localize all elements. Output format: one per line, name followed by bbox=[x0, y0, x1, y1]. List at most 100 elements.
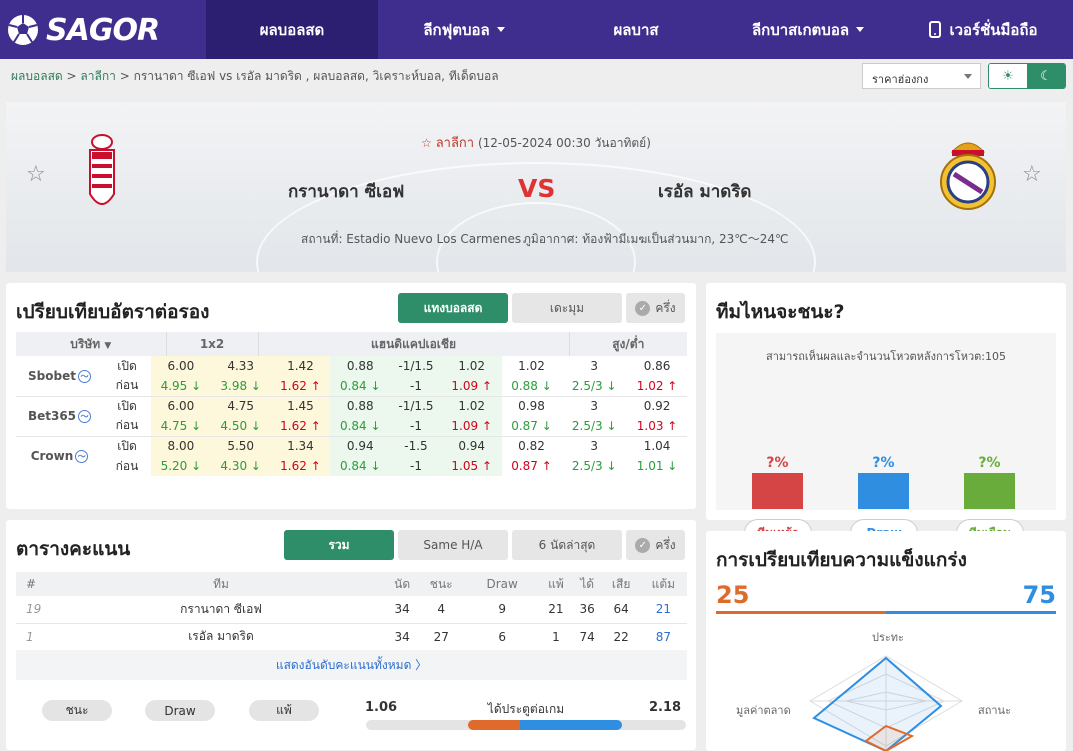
tab-last-6[interactable]: 6 นัดล่าสุด bbox=[512, 530, 622, 560]
pill-draw[interactable]: Draw bbox=[145, 700, 215, 721]
nav-basketball-leagues[interactable]: ลีกบาสเกตบอล bbox=[722, 0, 894, 59]
bookmaker-name: Sbobet bbox=[28, 368, 76, 383]
nav-live-scores[interactable]: ผลบอลสด bbox=[206, 0, 378, 59]
odds-value: 1.02 bbox=[501, 356, 562, 376]
odds-value: 1.09 ↑ bbox=[441, 416, 502, 436]
table-row[interactable]: 1 เรอัล มาดริด 34 27 6 1 74 22 87 bbox=[16, 623, 687, 651]
moon-icon[interactable]: ☾ bbox=[1027, 64, 1065, 88]
team-name-cell[interactable]: เรอัล มาดริด bbox=[56, 623, 386, 651]
nav-basketball-scores[interactable]: ผลบาส bbox=[550, 0, 722, 59]
goals-for-cell: 36 bbox=[571, 596, 603, 624]
prediction-title: ทีมไหนจะชนะ? bbox=[716, 301, 845, 323]
chevron-down-icon bbox=[964, 74, 972, 79]
breadcrumb-league[interactable]: ลาลีกา bbox=[80, 69, 115, 83]
table-row[interactable]: 19 กรานาดา ซีเอฟ 34 4 9 21 36 64 21 bbox=[16, 596, 687, 624]
odds-value: 1.62 ↑ bbox=[270, 456, 331, 476]
goals-bar-home bbox=[468, 720, 520, 730]
col-draw: Draw bbox=[464, 572, 541, 596]
odds-value: 4.50 ↓ bbox=[210, 416, 271, 436]
goals-per-game-label: ได้ประตูต่อเกม bbox=[487, 702, 565, 716]
col-played: นัด bbox=[386, 572, 419, 596]
col-goals-for: ได้ bbox=[571, 572, 603, 596]
strength-radar-chart bbox=[809, 655, 963, 751]
toggle-half-time[interactable]: ✓ ครึ่ง bbox=[626, 530, 685, 560]
show-all-standings-link[interactable]: แสดงอันดับคะแนนทั้งหมด 〉 bbox=[16, 650, 687, 680]
favorite-home-star-icon[interactable]: ☆ bbox=[26, 162, 46, 187]
col-over-under: สูง/ต่ำ bbox=[568, 332, 687, 356]
odds-movement-icon[interactable]: 〜 bbox=[78, 410, 92, 423]
league-star-icon[interactable]: ☆ bbox=[421, 136, 432, 150]
team-name-cell[interactable]: กรานาดา ซีเอฟ bbox=[56, 596, 386, 624]
col-bookmaker[interactable]: บริษัท ▼ bbox=[16, 332, 167, 356]
home-win-bar bbox=[752, 473, 803, 509]
odds-value: 0.88 ↓ bbox=[501, 376, 562, 396]
match-datetime: (12-05-2024 00:30 วันอาทิตย์) bbox=[477, 136, 651, 150]
nav-football-leagues[interactable]: ลีกฟุตบอล bbox=[378, 0, 550, 59]
rank-cell: 19 bbox=[16, 596, 56, 624]
tab-overall[interactable]: รวม bbox=[284, 530, 394, 560]
odds-format-select[interactable]: ราคาฮ่องกง bbox=[862, 63, 981, 89]
odds-value: 0.87 ↑ bbox=[501, 456, 562, 476]
odds-movement-icon[interactable]: 〜 bbox=[75, 450, 89, 464]
odds-value: 0.87 ↓ bbox=[501, 416, 562, 436]
sun-icon[interactable]: ☀ bbox=[989, 64, 1027, 88]
odds-value: 1.03 ↑ bbox=[627, 416, 687, 436]
odds-value: 1.42 bbox=[270, 356, 331, 376]
odds-value: 1.02 bbox=[441, 395, 502, 416]
pill-loss[interactable]: แพ้ bbox=[249, 700, 319, 721]
home-team-name[interactable]: กรานาดา ซีเอฟ bbox=[288, 178, 404, 205]
bookmaker-cell[interactable]: Crown 〜 bbox=[16, 435, 103, 476]
draw-cell: 6 bbox=[464, 623, 541, 651]
odds-value: 5.20 ↓ bbox=[151, 456, 211, 476]
breadcrumb-home[interactable]: ผลบอลสด bbox=[11, 69, 63, 83]
odds-value: -1.5 bbox=[390, 435, 442, 456]
nav-mobile-version[interactable]: เวอร์ชั่นมือถือ bbox=[894, 0, 1073, 59]
goals-bar-away bbox=[520, 720, 622, 730]
odds-row: Crown 〜เปิด 8.00 5.50 1.34 0.94 -1.5 0.94 0.82 3 1… bbox=[16, 435, 687, 476]
odds-value: 1.02 ↑ bbox=[627, 376, 687, 396]
caret-down-icon bbox=[496, 27, 505, 32]
odds-value: 0.98 bbox=[501, 395, 562, 416]
odds-value: 3.98 ↓ bbox=[210, 376, 271, 396]
lost-cell: 1 bbox=[540, 623, 572, 651]
standings-title: ตารางคะแนน bbox=[16, 538, 131, 560]
home-win-pct: ?% bbox=[766, 455, 789, 471]
strength-home-score: 25 bbox=[716, 581, 750, 609]
odds-value: 2.5/3 ↓ bbox=[561, 456, 628, 476]
odds-rows: Sbobet 〜เปิด 6.00 4.33 1.42 0.88 -1/1.5 1.02 1.0… bbox=[16, 356, 687, 476]
league-name[interactable]: ลาลีกา bbox=[436, 136, 474, 151]
favorite-away-star-icon[interactable]: ☆ bbox=[1022, 162, 1042, 187]
odds-value: 0.82 bbox=[501, 435, 562, 456]
tab-live-betting[interactable]: แทงบอลสด bbox=[398, 293, 508, 323]
lost-cell: 21 bbox=[540, 596, 572, 624]
away-team-name[interactable]: เรอัล มาดริด bbox=[658, 178, 751, 205]
theme-toggle[interactable]: ☀ ☾ bbox=[988, 63, 1066, 89]
odds-value: 1.09 ↑ bbox=[441, 376, 502, 396]
weather-text: ภูมิอากาศ: ท้องฟ้ามีเมฆเป็นส่วนมาก, 23℃～… bbox=[523, 232, 789, 246]
toggle-half-time[interactable]: ✓ ครึ่ง bbox=[626, 293, 685, 323]
tab-corners[interactable]: เดะมุม bbox=[512, 293, 622, 323]
pill-win[interactable]: ชนะ bbox=[42, 700, 112, 721]
tab-same-home-away[interactable]: Same H/A bbox=[398, 530, 508, 560]
bookmaker-cell[interactable]: Sbobet 〜 bbox=[16, 356, 103, 396]
strength-title: การเปรียบเทียบความแข็งแกร่ง bbox=[716, 549, 967, 571]
odds-format-value: ราคาฮ่องกง bbox=[872, 73, 929, 86]
won-cell: 27 bbox=[418, 623, 465, 651]
odds-value: 3 bbox=[561, 356, 628, 376]
odds-movement-icon[interactable]: 〜 bbox=[77, 369, 91, 383]
toggle-label: ครึ่ง bbox=[655, 537, 676, 552]
odds-value: -1 bbox=[390, 456, 442, 476]
site-logo[interactable]: SAGOR bbox=[6, 10, 160, 50]
odds-value: 4.95 ↓ bbox=[151, 376, 211, 396]
odds-value: 0.94 bbox=[330, 435, 391, 456]
venue-text: สถานที่: Estadio Nuevo Los Carmenes bbox=[301, 232, 522, 246]
match-header: ☆ ☆ ☆ ลาลีกา (12-05-2024 00:30 วันอาทิตย… bbox=[6, 102, 1066, 272]
odds-value: 1.01 ↓ bbox=[627, 456, 687, 476]
odds-value: 2.5/3 ↓ bbox=[561, 416, 628, 436]
goals-against-cell: 22 bbox=[602, 623, 640, 651]
odds-row-label: เปิด bbox=[117, 358, 137, 373]
odds-value: 1.45 bbox=[270, 395, 331, 416]
bookmaker-cell[interactable]: Bet365 〜 bbox=[16, 395, 103, 436]
radar-axis-market-value: มูลค่าตลาด bbox=[736, 704, 791, 717]
rank-cell: 1 bbox=[16, 623, 56, 651]
